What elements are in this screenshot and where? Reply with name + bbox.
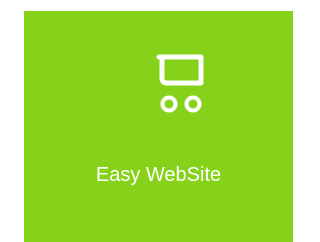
shopping-cart-icon (155, 53, 207, 115)
easy-website-tile[interactable]: Easy WebSite (24, 11, 293, 242)
tile-label: Easy WebSite (95, 164, 222, 186)
